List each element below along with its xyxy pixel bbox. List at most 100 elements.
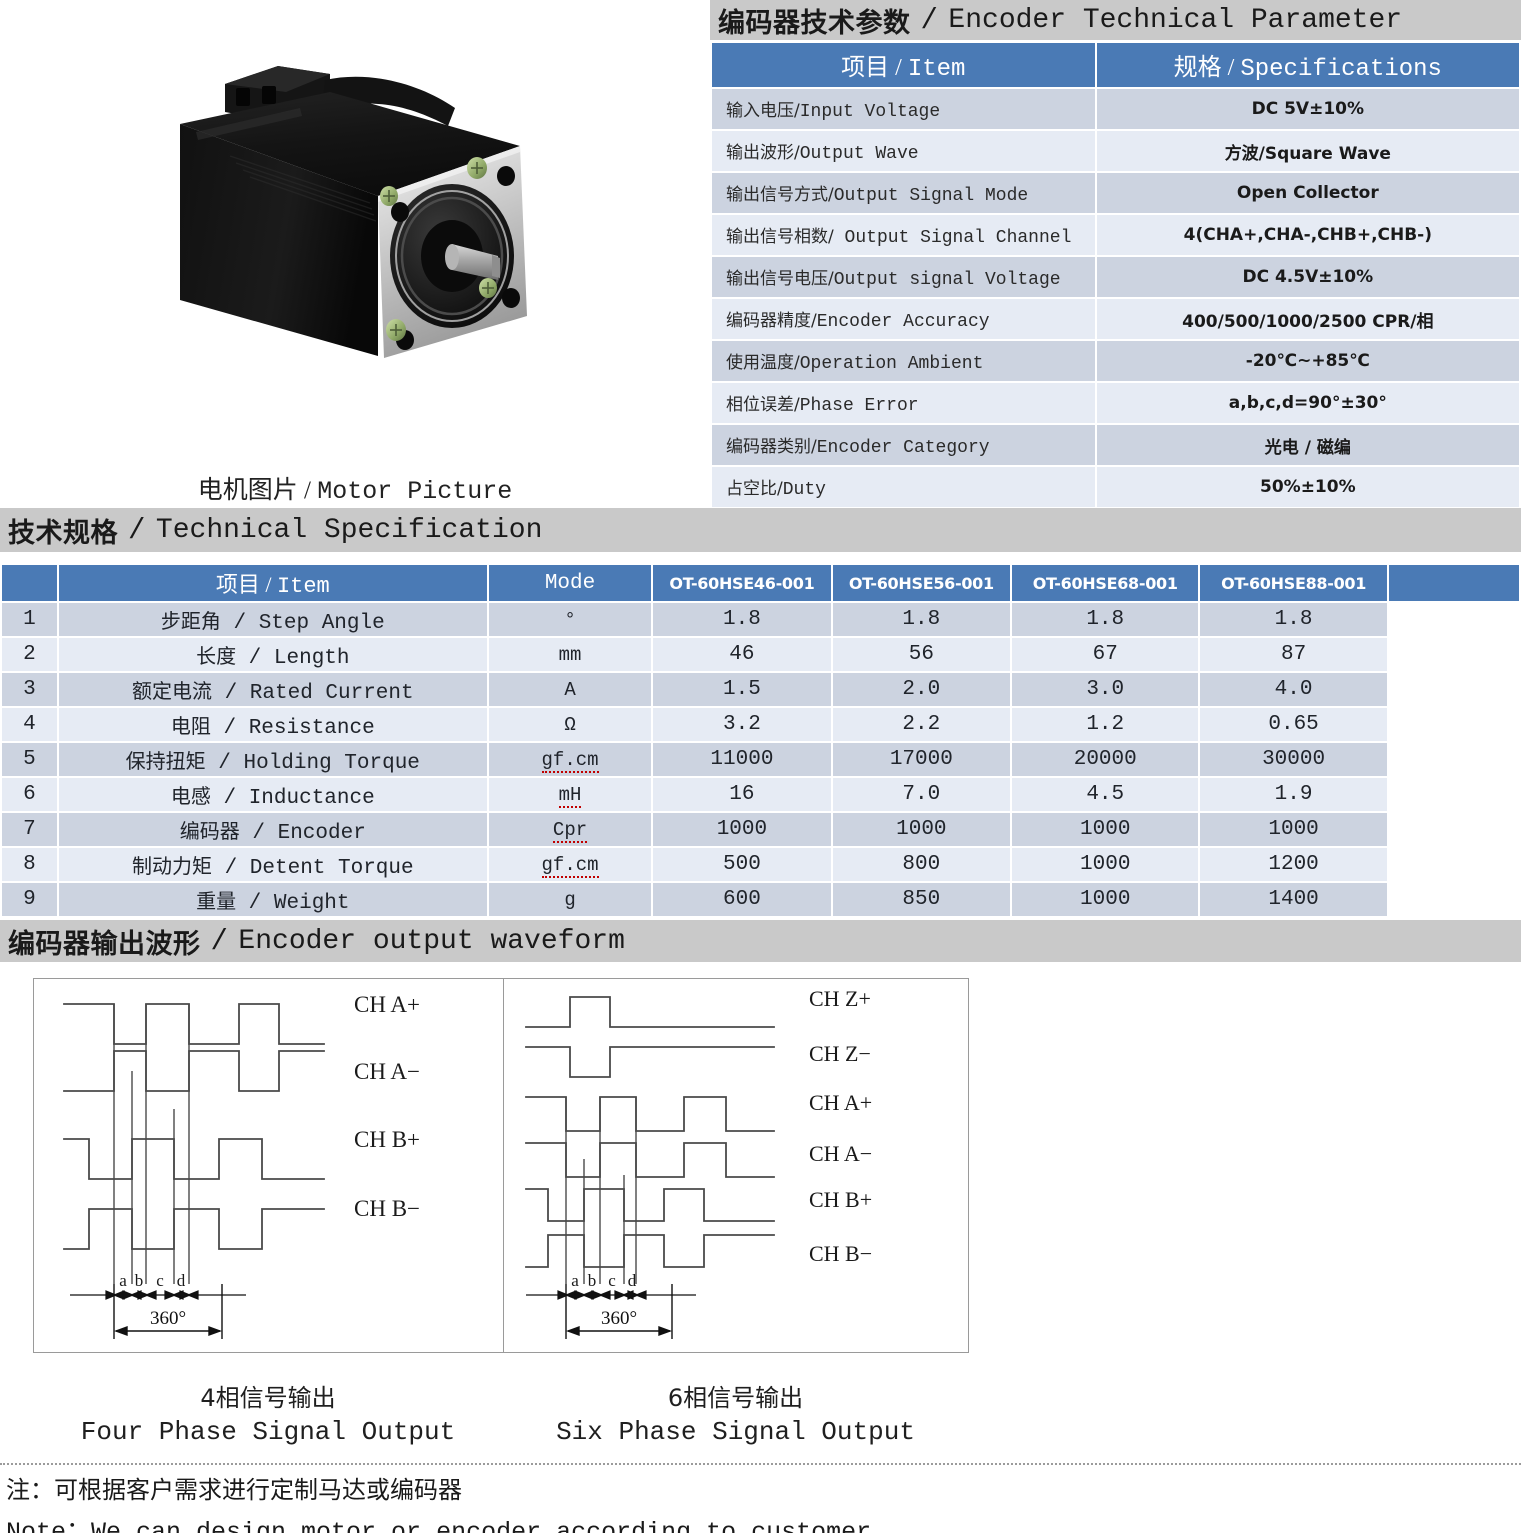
encoder-row-spec: DC 4.5V±10% xyxy=(1096,257,1519,297)
four-phase-waveform-svg: a b c d 360° CH A+ CH A− CH B+ CH B− xyxy=(63,992,420,1339)
spec-row-unit-text: Ω xyxy=(564,713,576,736)
spec-row-value: 30000 xyxy=(1200,743,1387,776)
encoder-row-item: 输出波形/Output Wave xyxy=(712,131,1095,171)
spec-row-item-en: Step Angle xyxy=(258,611,385,635)
spec-row-index: 8 xyxy=(2,848,57,881)
spec-row-value: 1.8 xyxy=(1200,603,1387,636)
spec-row-item-sep: / xyxy=(220,611,259,635)
spec-row-spacer xyxy=(1388,883,1519,916)
encoder-row-item-cn: 相位误差/ xyxy=(726,395,800,415)
spec-row-value: 3.0 xyxy=(1012,673,1199,706)
channel-label-b-plus: CH B+ xyxy=(354,1127,420,1152)
encoder-technical-parameter-table: 项目 / Item 规格 / Specifications 输入电压/Input… xyxy=(710,41,1521,509)
six-phase-waveform-panel: a b c d 360° CH Z+ CH Z− CH A+ CH A− CH … xyxy=(504,979,968,1352)
table-row: 8 制动力矩 / Detent Torque gf.cm 500 800 1000 1200 xyxy=(2,848,1519,881)
spec-row-value: 1.2 xyxy=(1012,708,1199,741)
encoder-row-item: 输入电压/Input Voltage xyxy=(712,89,1095,129)
four-phase-waveform-panel: a b c d 360° CH A+ CH A− CH B+ CH B− xyxy=(34,979,504,1352)
spec-header-model-3: OT-60HSE68-001 xyxy=(1012,565,1199,601)
encoder-row-item-cn: 占空比/ xyxy=(726,479,783,499)
encoder-row-spec: 方波/Square Wave xyxy=(1096,131,1519,171)
four-phase-caption: 4相信号输出 Four Phase Signal Output xyxy=(33,1378,503,1447)
spec-row-index: 7 xyxy=(2,813,57,846)
encoder-waveform-diagrams: a b c d 360° CH A+ CH A− CH B+ CH B− a b… xyxy=(33,978,969,1353)
encoder-row-spec: DC 5V±10% xyxy=(1096,89,1519,129)
spec-row-value: 87 xyxy=(1200,638,1387,671)
encoder-row-item: 输出信号电压/Output signal Voltage xyxy=(712,257,1095,297)
encoder-row-item: 编码器精度/Encoder Accuracy xyxy=(712,299,1095,339)
channel-label-a-plus: CH A+ xyxy=(354,992,420,1017)
note-en: Note：We can design motor or encoder acco… xyxy=(6,1518,872,1533)
spec-row-value: 1400 xyxy=(1200,883,1387,916)
encoder-header-spec-en: Specifications xyxy=(1240,56,1442,83)
encoder-header-spec: 规格 / Specifications xyxy=(1096,43,1519,87)
spec-row-unit-text: g xyxy=(564,888,576,911)
table-row: 2 长度 / Length mm 46 56 67 87 xyxy=(2,638,1519,671)
spec-row-unit-text: gf.cm xyxy=(541,748,599,773)
spec-header-item-en: Item xyxy=(276,574,330,599)
spec-row-value: 67 xyxy=(1012,638,1199,671)
spec-title-cn: 技术规格 xyxy=(8,517,118,549)
wave-title-sep: / xyxy=(210,924,229,958)
phase-mark-d: d xyxy=(177,1271,186,1290)
encoder-header-item: 项目 / Item xyxy=(712,43,1095,87)
encoder-row-item-en: Output Signal Channel xyxy=(833,228,1072,248)
table-row: 编码器精度/Encoder Accuracy 400/500/1000/2500… xyxy=(712,299,1519,339)
spec-row-item-sep: / xyxy=(211,856,250,880)
encoder-row-spec: 50%±10% xyxy=(1096,467,1519,507)
spec-row-item-cn: 额定电流 xyxy=(131,678,212,703)
spec-row-value: 600 xyxy=(653,883,831,916)
spec-row-item-sep: / xyxy=(236,891,274,915)
channel-label-b-minus: CH B− xyxy=(354,1196,420,1221)
encoder-waveform-title: 编码器输出波形 / Encoder output waveform xyxy=(0,920,1521,962)
encoder-row-item: 编码器类别/Encoder Category xyxy=(712,425,1095,465)
spec-row-value: 1.8 xyxy=(653,603,831,636)
encoder-row-item-en: Encoder Accuracy xyxy=(816,312,990,332)
encoder-header-spec-cn: 规格 xyxy=(1173,53,1222,81)
spec-row-index: 3 xyxy=(2,673,57,706)
spec-row-unit-text: Cpr xyxy=(552,818,588,843)
spec-row-item-sep: / xyxy=(210,786,249,810)
spec-row-value: 4.5 xyxy=(1012,778,1199,811)
spec-row-unit: ° xyxy=(488,603,652,636)
spec-row-value: 500 xyxy=(653,848,831,881)
spec-row-item-en: Inductance xyxy=(248,786,375,810)
spec-row-item-en: Weight xyxy=(273,891,350,915)
spec-row-spacer xyxy=(1388,603,1519,636)
motor-caption-cn: 电机图片 xyxy=(197,475,298,504)
table-row: 6 电感 / Inductance mH 16 7.0 4.5 1.9 xyxy=(2,778,1519,811)
spec-row-value: 0.65 xyxy=(1200,708,1387,741)
channel-label-z-minus: CH Z− xyxy=(809,1041,871,1066)
spec-header-mode: Mode xyxy=(488,565,652,601)
spec-row-item: 长度 / Length xyxy=(58,638,487,671)
spec-row-item-sep: / xyxy=(211,681,250,705)
note-separator xyxy=(0,1463,1521,1465)
spec-row-index: 6 xyxy=(2,778,57,811)
phase-mark-c: c xyxy=(608,1271,616,1290)
phase-mark-b: b xyxy=(135,1271,144,1290)
encoder-title-sep: / xyxy=(920,3,939,37)
spec-header-item-sep: / xyxy=(265,572,272,597)
encoder-row-item-cn: 编码器精度/ xyxy=(726,311,817,331)
six-phase-caption-en: Six Phase Signal Output xyxy=(556,1417,915,1447)
spec-row-value: 1000 xyxy=(1200,813,1387,846)
spec-row-value: 11000 xyxy=(653,743,831,776)
encoder-row-item-cn: 输出信号相数/ xyxy=(726,227,834,247)
spec-row-item: 编码器 / Encoder xyxy=(58,813,487,846)
channel-label-z-plus: CH Z+ xyxy=(809,986,871,1011)
encoder-row-item: 输出信号相数/ Output Signal Channel xyxy=(712,215,1095,255)
spec-row-value: 4.0 xyxy=(1200,673,1387,706)
encoder-header-item-cn: 项目 xyxy=(841,53,890,81)
table-row: 输出波形/Output Wave 方波/Square Wave xyxy=(712,131,1519,171)
wave-title-en: Encoder output waveform xyxy=(238,925,625,957)
spec-row-spacer xyxy=(1388,638,1519,671)
encoder-row-item: 输出信号方式/Output Signal Mode xyxy=(712,173,1095,213)
note-block: 注：可根据客户需求进行定制马达或编码器 Note：We can design m… xyxy=(6,1470,1006,1533)
spec-row-item-cn: 长度 xyxy=(196,643,237,668)
spec-row-unit: gf.cm xyxy=(488,743,652,776)
spec-row-item: 保持扭矩 / Holding Torque xyxy=(58,743,487,776)
technical-specification-title: 技术规格 / Technical Specification xyxy=(0,508,1521,552)
encoder-row-item: 占空比/Duty xyxy=(712,467,1095,507)
spec-row-item-sep: / xyxy=(210,716,249,740)
table-row: 编码器类别/Encoder Category 光电 / 磁编 xyxy=(712,425,1519,465)
